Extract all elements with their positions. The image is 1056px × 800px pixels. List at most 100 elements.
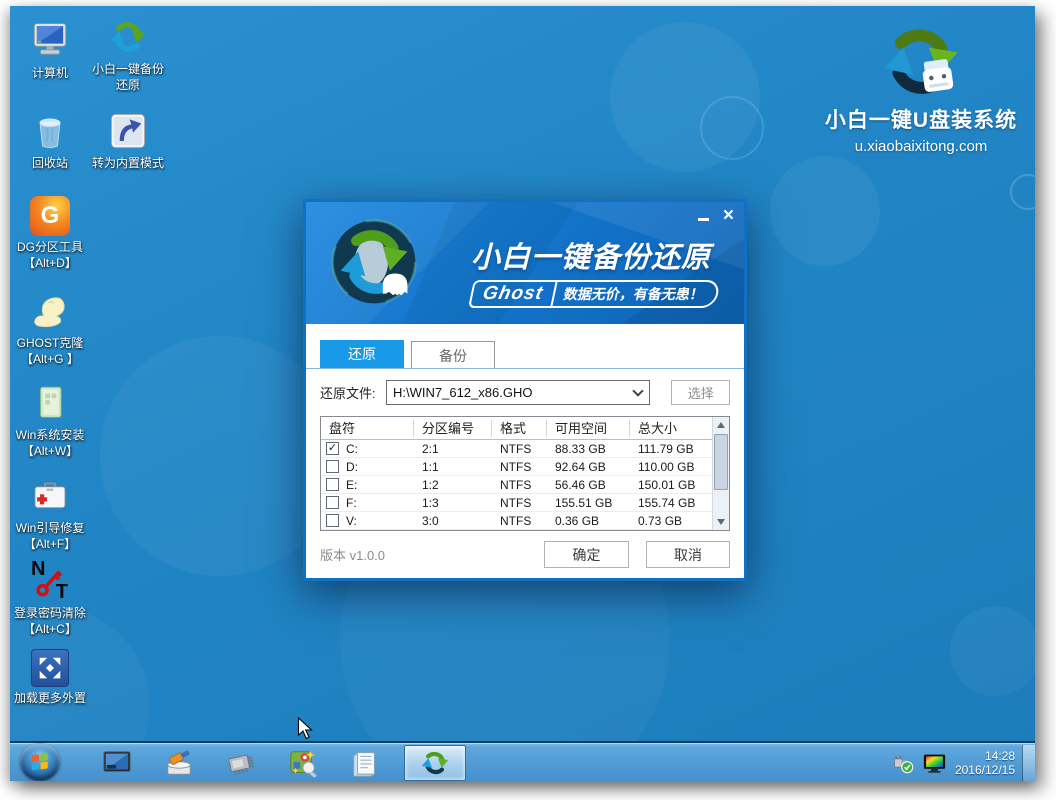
restore-file-label: 还原文件: [320,383,386,402]
desktop-icon-password-clear[interactable]: N T 登录密码清除【Alt+C】 [10,562,98,637]
bubble-decoration [950,606,1035,696]
header-partition: 分区编号 [414,420,492,437]
memory-chip-icon [226,748,256,778]
taskbar-items [72,745,466,781]
total-size: 111.79 GB [630,442,712,456]
header-format: 格式 [492,420,547,437]
restore-file-value: H:\WIN7_612_x86.GHO [393,385,532,400]
brand-logo-block: 小白一键U盘装系统 u.xiaobaixitong.com [805,22,1035,155]
display-settings-icon[interactable] [923,752,946,775]
desktop-icon-internal-mode[interactable]: 转为内置模式 [80,110,176,171]
taskbar: 14:28 2016/12/15 [10,741,1035,781]
checkbox[interactable] [326,496,339,509]
table-row[interactable]: D: 1:1 NTFS 92.64 GB 110.00 GB [321,458,712,476]
chevron-down-icon [633,385,644,396]
free-space: 0.36 GB [547,514,630,528]
total-size: 0.73 GB [630,514,712,528]
checkbox[interactable] [326,478,339,491]
partition-id: 1:3 [414,496,492,510]
disk-brush-icon [164,748,194,778]
tab-strip: 还原 备份 [306,324,744,369]
icon-label: DG分区工具 [17,239,83,255]
clock-time: 14:28 [955,749,1015,763]
backup-restore-dialog: 小白一键备份还原 Ghost 数据无价，有备无患！ × 还原 备份 还原文件: … [303,199,747,581]
partition-table: 盘符 分区编号 格式 可用空间 总大小 ✓C: 2:1 NTFS 88.33 G… [320,416,730,531]
minimize-icon[interactable] [696,208,711,224]
ghost-badge: Ghost 数据无价，有备无患！ [468,280,721,308]
mouse-cursor [297,717,313,741]
table-row[interactable]: ✓C: 2:1 NTFS 88.33 GB 111.79 GB [321,440,712,458]
close-icon[interactable]: × [723,208,734,224]
bubble-decoration [1010,174,1035,210]
table-row[interactable]: V: 3:0 NTFS 0.36 GB 0.73 GB [321,512,712,530]
format: NTFS [492,460,547,474]
desktop-icon-win-install[interactable]: Win系统安装【Alt+W】 [10,382,98,459]
partition-id: 1:1 [414,460,492,474]
windows-flag-icon [29,751,51,773]
dialog-banner: 小白一键备份还原 Ghost 数据无价，有备无患！ × [306,202,744,324]
checkbox[interactable] [326,514,339,527]
vertical-scrollbar[interactable] [712,417,729,530]
icon-label: 登录密码清除 [14,605,86,621]
nt-key-icon: N T [29,562,71,602]
checkbox[interactable] [326,460,339,473]
desktop-icon-ghost-clone[interactable]: GHOST克隆【Alt+G 】 [10,290,98,367]
browse-button[interactable]: 选择 [671,380,730,405]
tab-backup[interactable]: 备份 [411,341,495,368]
usb-device-icon[interactable] [892,752,914,774]
drive-letter: V: [346,514,357,528]
icon-label: 加载更多外置 [14,690,86,706]
partition-id: 2:1 [414,442,492,456]
restore-file-combobox[interactable]: H:\WIN7_612_x86.GHO [386,380,650,405]
header-drive: 盘符 [321,420,414,437]
taskbar-desktop-preview[interactable] [100,746,134,780]
taskbar-disk-cleanup[interactable] [162,746,196,780]
window-controls: × [696,208,734,224]
desktop-icon-dg-partition[interactable]: G DG分区工具【Alt+D】 [10,196,98,271]
desktop-icon-backup-restore[interactable]: 小白一键备份还原 [80,16,176,93]
icon-label: Win引导修复 [16,520,85,536]
total-size: 155.74 GB [630,496,712,510]
repair-kit-icon [29,475,71,517]
taskbar-memory-tool[interactable] [224,746,258,780]
format: NTFS [492,478,547,492]
tab-restore[interactable]: 还原 [320,340,404,368]
monitor-icon [102,748,132,778]
show-desktop-button[interactable] [1022,745,1035,781]
desktop-screen: 计算机 小白一键备份还原 回收站 [10,6,1035,781]
taskbar-capture-tool[interactable] [286,746,320,780]
icon-label2: 【Alt+G 】 [17,351,84,367]
brand-title: 小白一键U盘装系统 [805,104,1035,134]
icon-label2: 【Alt+F】 [16,536,85,552]
drive-letter: E: [346,478,357,492]
table-row[interactable]: E: 1:2 NTFS 56.46 GB 150.01 GB [321,476,712,494]
dialog-logo-icon [330,218,418,306]
ghost-slogan: 数据无价，有备无患！ [562,284,706,304]
start-button[interactable] [20,743,60,781]
checkbox[interactable]: ✓ [326,442,339,455]
icon-label2: 还原 [92,77,164,93]
clock-date: 2016/12/15 [955,763,1015,777]
table-row[interactable]: F: 1:3 NTFS 155.51 GB 155.74 GB [321,494,712,512]
scroll-down-icon[interactable] [713,514,729,530]
dialog-footer: 版本 v1.0.0 确定 取消 [320,541,730,568]
brand-url: u.xiaobaixitong.com [805,138,1035,155]
free-space: 155.51 GB [547,496,630,510]
bubble-decoration [700,96,764,160]
cancel-button[interactable]: 取消 [646,541,730,568]
taskbar-notepad[interactable] [348,746,382,780]
taskbar-clock[interactable]: 14:28 2016/12/15 [955,749,1015,777]
cycle-arrows-icon [107,16,149,58]
taskbar-backup-restore-app[interactable] [404,745,466,781]
scroll-up-icon[interactable] [713,417,729,433]
scrollbar-thumb[interactable] [714,434,728,490]
partition-id: 1:2 [414,478,492,492]
format: NTFS [492,442,547,456]
desktop-icon-win-boot-repair[interactable]: Win引导修复【Alt+F】 [10,475,98,552]
recycle-bin-icon [29,110,71,152]
version-label: 版本 v1.0.0 [320,545,544,564]
ok-button[interactable]: 确定 [544,541,629,568]
desktop-icon-load-more[interactable]: 加载更多外置 [10,649,98,706]
restore-file-row: 还原文件: H:\WIN7_612_x86.GHO 选择 [320,380,730,405]
free-space: 92.64 GB [547,460,630,474]
